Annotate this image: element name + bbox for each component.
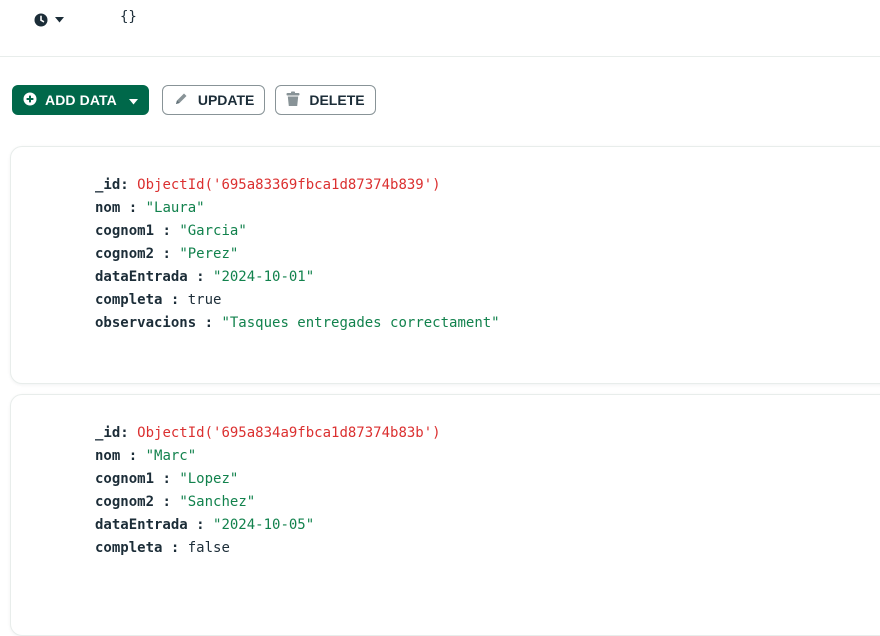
delete-label: DELETE bbox=[309, 92, 365, 108]
field-separator: : bbox=[196, 315, 222, 331]
document-field: dataEntrada : "2024-10-05" bbox=[95, 514, 880, 537]
field-value: "Garcia" bbox=[179, 223, 247, 239]
document-field: nom : "Laura" bbox=[95, 197, 880, 220]
update-button[interactable]: UPDATE bbox=[161, 85, 266, 115]
field-separator: : bbox=[154, 494, 180, 510]
field-separator: : bbox=[120, 177, 138, 193]
field-value: false bbox=[187, 540, 230, 556]
document-fields: _id: ObjectId('695a83369fbca1d87374b839'… bbox=[11, 147, 880, 335]
field-key: nom bbox=[95, 200, 121, 216]
document-field: dataEntrada : "2024-10-01" bbox=[95, 266, 880, 289]
trash-icon bbox=[286, 91, 300, 110]
document-field: _id: ObjectId('695a834a9fbca1d87374b83b'… bbox=[95, 422, 880, 445]
field-value: ObjectId('695a83369fbca1d87374b839') bbox=[137, 177, 441, 193]
document-field: cognom2 : "Perez" bbox=[95, 243, 880, 266]
caret-down-icon bbox=[128, 92, 138, 108]
document-card[interactable]: _id: ObjectId('695a83369fbca1d87374b839'… bbox=[10, 146, 880, 384]
field-value: "Perez" bbox=[179, 246, 239, 262]
field-value: "2024-10-05" bbox=[213, 517, 315, 533]
field-key: cognom2 bbox=[95, 494, 155, 510]
field-value: "Marc" bbox=[145, 448, 197, 464]
field-key: _id bbox=[95, 425, 121, 441]
field-value: "Lopez" bbox=[179, 471, 239, 487]
field-value: "Sanchez" bbox=[179, 494, 256, 510]
field-separator: : bbox=[120, 448, 146, 464]
field-separator: : bbox=[154, 471, 180, 487]
field-key: cognom2 bbox=[95, 246, 155, 262]
field-key: nom bbox=[95, 448, 121, 464]
document-fields: _id: ObjectId('695a834a9fbca1d87374b83b'… bbox=[11, 395, 880, 560]
field-value: "Tasques entregades correctament" bbox=[221, 315, 500, 331]
field-value: true bbox=[187, 292, 222, 308]
field-separator: : bbox=[187, 517, 214, 533]
field-key: _id bbox=[95, 177, 121, 193]
document-field: nom : "Marc" bbox=[95, 445, 880, 468]
field-separator: : bbox=[187, 269, 214, 285]
document-card[interactable]: _id: ObjectId('695a834a9fbca1d87374b83b'… bbox=[10, 394, 880, 636]
field-separator: : bbox=[154, 223, 180, 239]
field-separator: : bbox=[154, 246, 180, 262]
clock-icon bbox=[34, 13, 48, 27]
field-key: completa bbox=[95, 540, 163, 556]
add-data-button[interactable]: ADD DATA bbox=[12, 85, 149, 115]
document-field: observacions : "Tasques entregades corre… bbox=[95, 312, 880, 335]
query-history-button[interactable] bbox=[34, 11, 78, 29]
delete-button[interactable]: DELETE bbox=[275, 85, 376, 115]
field-key: dataEntrada bbox=[95, 517, 188, 533]
query-bar bbox=[0, 0, 880, 57]
field-key: observacions bbox=[95, 315, 197, 331]
field-separator: : bbox=[162, 540, 188, 556]
document-field: cognom1 : "Garcia" bbox=[95, 220, 880, 243]
add-data-label: ADD DATA bbox=[45, 92, 117, 108]
caret-down-icon bbox=[55, 17, 64, 23]
document-field: completa : true bbox=[95, 289, 880, 312]
field-value: "2024-10-01" bbox=[213, 269, 315, 285]
field-value: "Laura" bbox=[145, 200, 205, 216]
document-field: _id: ObjectId('695a83369fbca1d87374b839'… bbox=[95, 174, 880, 197]
pencil-icon bbox=[173, 91, 189, 110]
field-key: cognom1 bbox=[95, 223, 155, 239]
field-separator: : bbox=[162, 292, 188, 308]
field-key: completa bbox=[95, 292, 163, 308]
update-label: UPDATE bbox=[197, 92, 255, 108]
field-value: ObjectId('695a834a9fbca1d87374b83b') bbox=[137, 425, 441, 441]
filter-input[interactable] bbox=[120, 9, 860, 25]
documents-toolbar: ADD DATA UPDATE DELETE bbox=[12, 84, 376, 116]
document-field: cognom1 : "Lopez" bbox=[95, 468, 880, 491]
document-field: completa : false bbox=[95, 537, 880, 560]
document-field: cognom2 : "Sanchez" bbox=[95, 491, 880, 514]
field-separator: : bbox=[120, 425, 138, 441]
field-key: cognom1 bbox=[95, 471, 155, 487]
field-key: dataEntrada bbox=[95, 269, 188, 285]
plus-circle-icon bbox=[23, 92, 37, 109]
field-separator: : bbox=[120, 200, 146, 216]
